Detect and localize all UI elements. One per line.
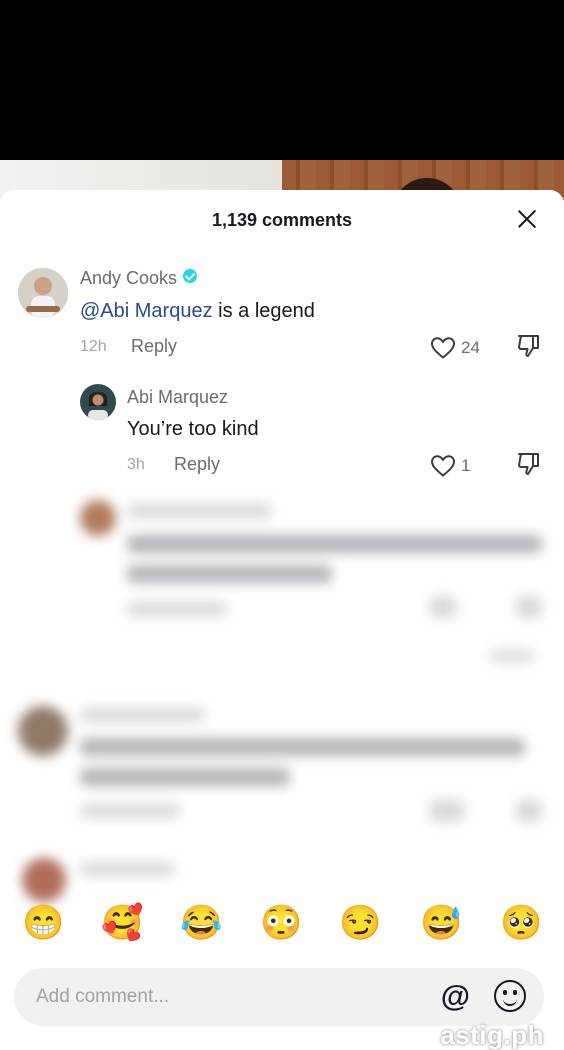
- watermark-logo: astig.ph: [440, 1020, 544, 1050]
- reply-button[interactable]: Reply: [131, 336, 177, 357]
- comment-text: You’re too kind: [127, 418, 259, 440]
- reply-comment-item: Abi Marquez You’re too kind 3h Reply 1: [0, 380, 564, 490]
- emoji-face-icon[interactable]: [494, 980, 526, 1012]
- like-count: 24: [461, 338, 480, 357]
- close-icon[interactable]: [514, 206, 540, 232]
- emoji-pleading[interactable]: 🥺: [500, 904, 542, 942]
- emoji-smirk[interactable]: 😏: [339, 904, 381, 942]
- emoji-quick-bar: 😁 🥰 😂 😳 😏 😅 🥺: [0, 890, 564, 954]
- verified-badge-icon: [183, 269, 198, 283]
- heart-icon[interactable]: [430, 454, 456, 478]
- comment-count: 1,139 comments: [211, 210, 353, 230]
- video-background: [0, 0, 564, 160]
- emoji-tears-of-joy[interactable]: 😂: [180, 904, 222, 942]
- like-count: 1: [461, 456, 471, 475]
- heart-icon[interactable]: [430, 336, 456, 360]
- comment-username[interactable]: Andy Cooks: [80, 268, 198, 289]
- comment-item: Andy Cooks @Abi Marquez is a legend 12h …: [0, 260, 564, 370]
- comment-text: @Abi Marquez is a legend: [80, 300, 315, 322]
- comment-input-placeholder: Add comment...: [36, 986, 170, 1007]
- reply-button[interactable]: Reply: [174, 454, 220, 475]
- comments-header: 1,139 comments: [0, 190, 564, 250]
- comment-username[interactable]: Abi Marquez: [127, 387, 228, 408]
- comment-time: 3h: [127, 456, 145, 473]
- comments-sheet: 1,139 comments Andy Cooks @Abi Marquez i…: [0, 190, 564, 1050]
- comment-input[interactable]: Add comment... @: [14, 968, 544, 1026]
- thumbs-down-icon[interactable]: [516, 451, 542, 477]
- mention-link[interactable]: @Abi Marquez: [80, 300, 213, 322]
- blurred-comments: [0, 490, 564, 902]
- emoji-sweat-smile[interactable]: 😅: [420, 904, 462, 942]
- thumbs-down-icon[interactable]: [516, 333, 542, 359]
- emoji-grin[interactable]: 😁: [22, 904, 64, 942]
- comment-time: 12h: [80, 338, 107, 355]
- emoji-smiling-hearts[interactable]: 🥰: [101, 904, 143, 942]
- avatar[interactable]: [18, 268, 68, 318]
- emoji-flushed[interactable]: 😳: [260, 904, 302, 942]
- mention-button[interactable]: @: [441, 980, 470, 1014]
- avatar[interactable]: [80, 384, 116, 420]
